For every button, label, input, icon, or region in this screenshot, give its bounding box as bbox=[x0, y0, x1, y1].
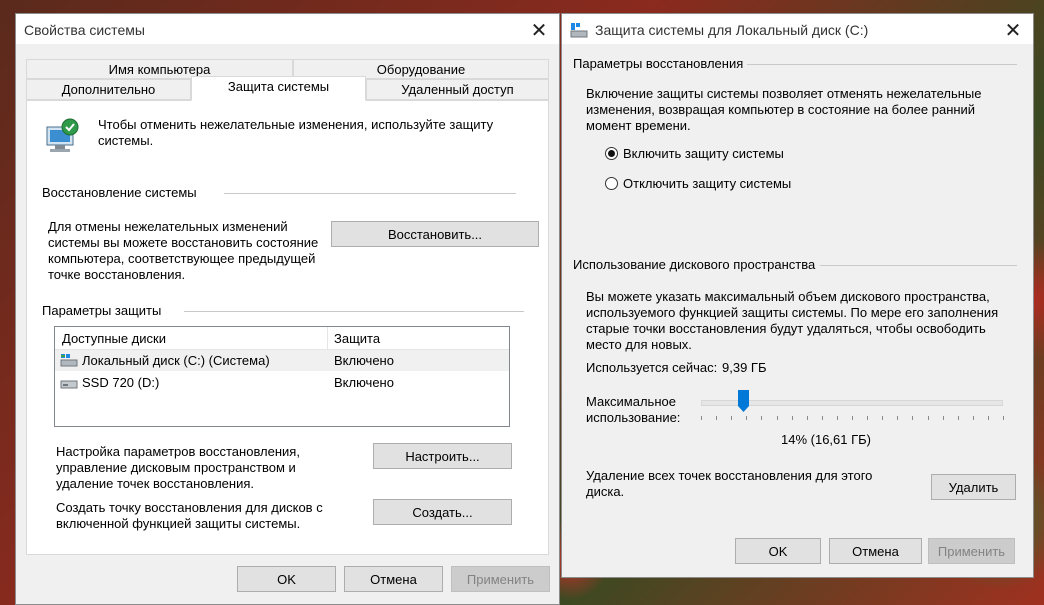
slider-tick bbox=[701, 416, 702, 420]
slider-tick bbox=[806, 416, 808, 420]
close-icon[interactable]: ✕ bbox=[1003, 18, 1023, 43]
column-divider bbox=[327, 327, 328, 349]
disk-usage-group-label: Использование дискового пространства bbox=[573, 257, 816, 272]
create-button[interactable]: Создать... bbox=[373, 499, 512, 525]
disk-name: Локальный диск (C:) (Система) bbox=[82, 353, 270, 368]
drive-icon bbox=[60, 380, 78, 389]
ok-button[interactable]: OK bbox=[237, 566, 336, 592]
slider-value-text: 14% (16,61 ГБ) bbox=[781, 432, 872, 447]
disk-status: Включено bbox=[334, 375, 394, 390]
system-properties-window: Свойства системы ✕ Имя компьютера Оборуд… bbox=[15, 13, 560, 605]
radio-disable-label[interactable]: Отключить защиту системы bbox=[623, 176, 791, 192]
slider-tick bbox=[867, 416, 869, 420]
disks-header-row: Доступные диски Защита bbox=[55, 327, 509, 350]
slider-tick bbox=[776, 416, 778, 420]
tab-advanced[interactable]: Дополнительно bbox=[26, 79, 191, 100]
delete-text: Удаление всех точек восстановления для э… bbox=[586, 468, 873, 499]
slider-tick bbox=[791, 416, 793, 420]
slider-tick bbox=[942, 416, 944, 420]
tab-panel: Чтобы отменить нежелательные изменения, … bbox=[26, 100, 549, 555]
table-row[interactable]: Локальный диск (C:) (Система) Включено bbox=[55, 350, 509, 371]
ok-button[interactable]: OK bbox=[735, 538, 821, 564]
disk-name: SSD 720 (D:) bbox=[82, 375, 160, 390]
slider-tick bbox=[852, 416, 853, 420]
restore-group-label: Восстановление системы bbox=[42, 185, 197, 200]
slider-tick bbox=[716, 416, 718, 420]
cancel-button[interactable]: Отмена bbox=[344, 566, 443, 592]
current-usage-value: 9,39 ГБ bbox=[722, 360, 767, 375]
disk-status: Включено bbox=[334, 353, 394, 368]
tab-remote[interactable]: Удаленный доступ bbox=[366, 79, 549, 100]
table-row[interactable]: SSD 720 (D:) Включено bbox=[55, 372, 509, 393]
apply-button[interactable]: Применить bbox=[928, 538, 1015, 564]
slider-thumb[interactable] bbox=[738, 390, 750, 412]
system-protection-icon bbox=[570, 23, 588, 38]
radio-enable-label[interactable]: Включить защиту системы bbox=[623, 146, 784, 162]
create-text: Создать точку восстановления для дисков … bbox=[56, 500, 323, 531]
configure-text: Настройка параметров восстановления, упр… bbox=[56, 444, 300, 491]
restore-group-divider bbox=[224, 193, 516, 194]
slider-tick bbox=[836, 416, 838, 420]
usage-slider[interactable] bbox=[701, 388, 1004, 428]
tab-system-protection[interactable]: Защита системы bbox=[191, 76, 366, 101]
slider-tick bbox=[761, 416, 763, 420]
window-title: Защита системы для Локальный диск (C:) bbox=[595, 22, 869, 38]
slider-tick bbox=[897, 416, 899, 420]
disk-usage-text: Вы можете указать максимальный объем дис… bbox=[586, 289, 999, 352]
column-header-protection[interactable]: Защита bbox=[334, 331, 380, 346]
restore-settings-divider bbox=[747, 64, 1017, 65]
restore-settings-text: Включение защиты системы позволяет отмен… bbox=[586, 86, 982, 133]
slider-tick bbox=[912, 416, 914, 420]
computer-shield-icon bbox=[46, 118, 79, 152]
protection-group-label: Параметры защиты bbox=[42, 303, 162, 318]
radio-enable-protection[interactable] bbox=[605, 147, 618, 160]
title-bar: Свойства системы ✕ bbox=[16, 14, 559, 44]
slider-ticks bbox=[701, 416, 1004, 420]
protection-group-divider bbox=[184, 311, 524, 312]
slider-tick bbox=[882, 416, 884, 420]
cancel-button[interactable]: Отмена bbox=[829, 538, 922, 564]
configure-button[interactable]: Настроить... bbox=[373, 443, 512, 469]
apply-button[interactable]: Применить bbox=[451, 566, 550, 592]
disks-list: Доступные диски Защита Локальный диск (C… bbox=[54, 326, 510, 427]
slider-tick bbox=[972, 416, 974, 420]
system-protection-dialog: Защита системы для Локальный диск (C:) ✕… bbox=[561, 13, 1034, 578]
slider-tick bbox=[731, 416, 733, 420]
window-title: Свойства системы bbox=[24, 22, 145, 38]
slider-tick bbox=[987, 416, 989, 420]
radio-disable-protection[interactable] bbox=[605, 177, 618, 190]
restore-text: Для отмены нежелательных изменений систе… bbox=[48, 219, 319, 282]
intro-text: Чтобы отменить нежелательные изменения, … bbox=[98, 117, 494, 148]
system-disk-icon bbox=[60, 354, 78, 367]
slider-tick bbox=[1003, 416, 1004, 420]
title-bar: Защита системы для Локальный диск (C:) ✕ bbox=[562, 14, 1033, 44]
current-usage-label: Используется сейчас: bbox=[586, 360, 718, 375]
restore-button[interactable]: Восстановить... bbox=[331, 221, 539, 247]
disk-usage-divider bbox=[820, 265, 1017, 266]
slider-tick bbox=[821, 416, 823, 420]
max-usage-label: Максимальное использование: bbox=[586, 394, 681, 425]
close-icon[interactable]: ✕ bbox=[529, 18, 549, 43]
column-header-disks[interactable]: Доступные диски bbox=[62, 331, 166, 346]
slider-tick bbox=[927, 416, 929, 420]
slider-tick bbox=[957, 416, 959, 420]
delete-button[interactable]: Удалить bbox=[931, 474, 1016, 500]
slider-tick bbox=[746, 416, 748, 420]
restore-settings-group-label: Параметры восстановления bbox=[573, 56, 744, 71]
